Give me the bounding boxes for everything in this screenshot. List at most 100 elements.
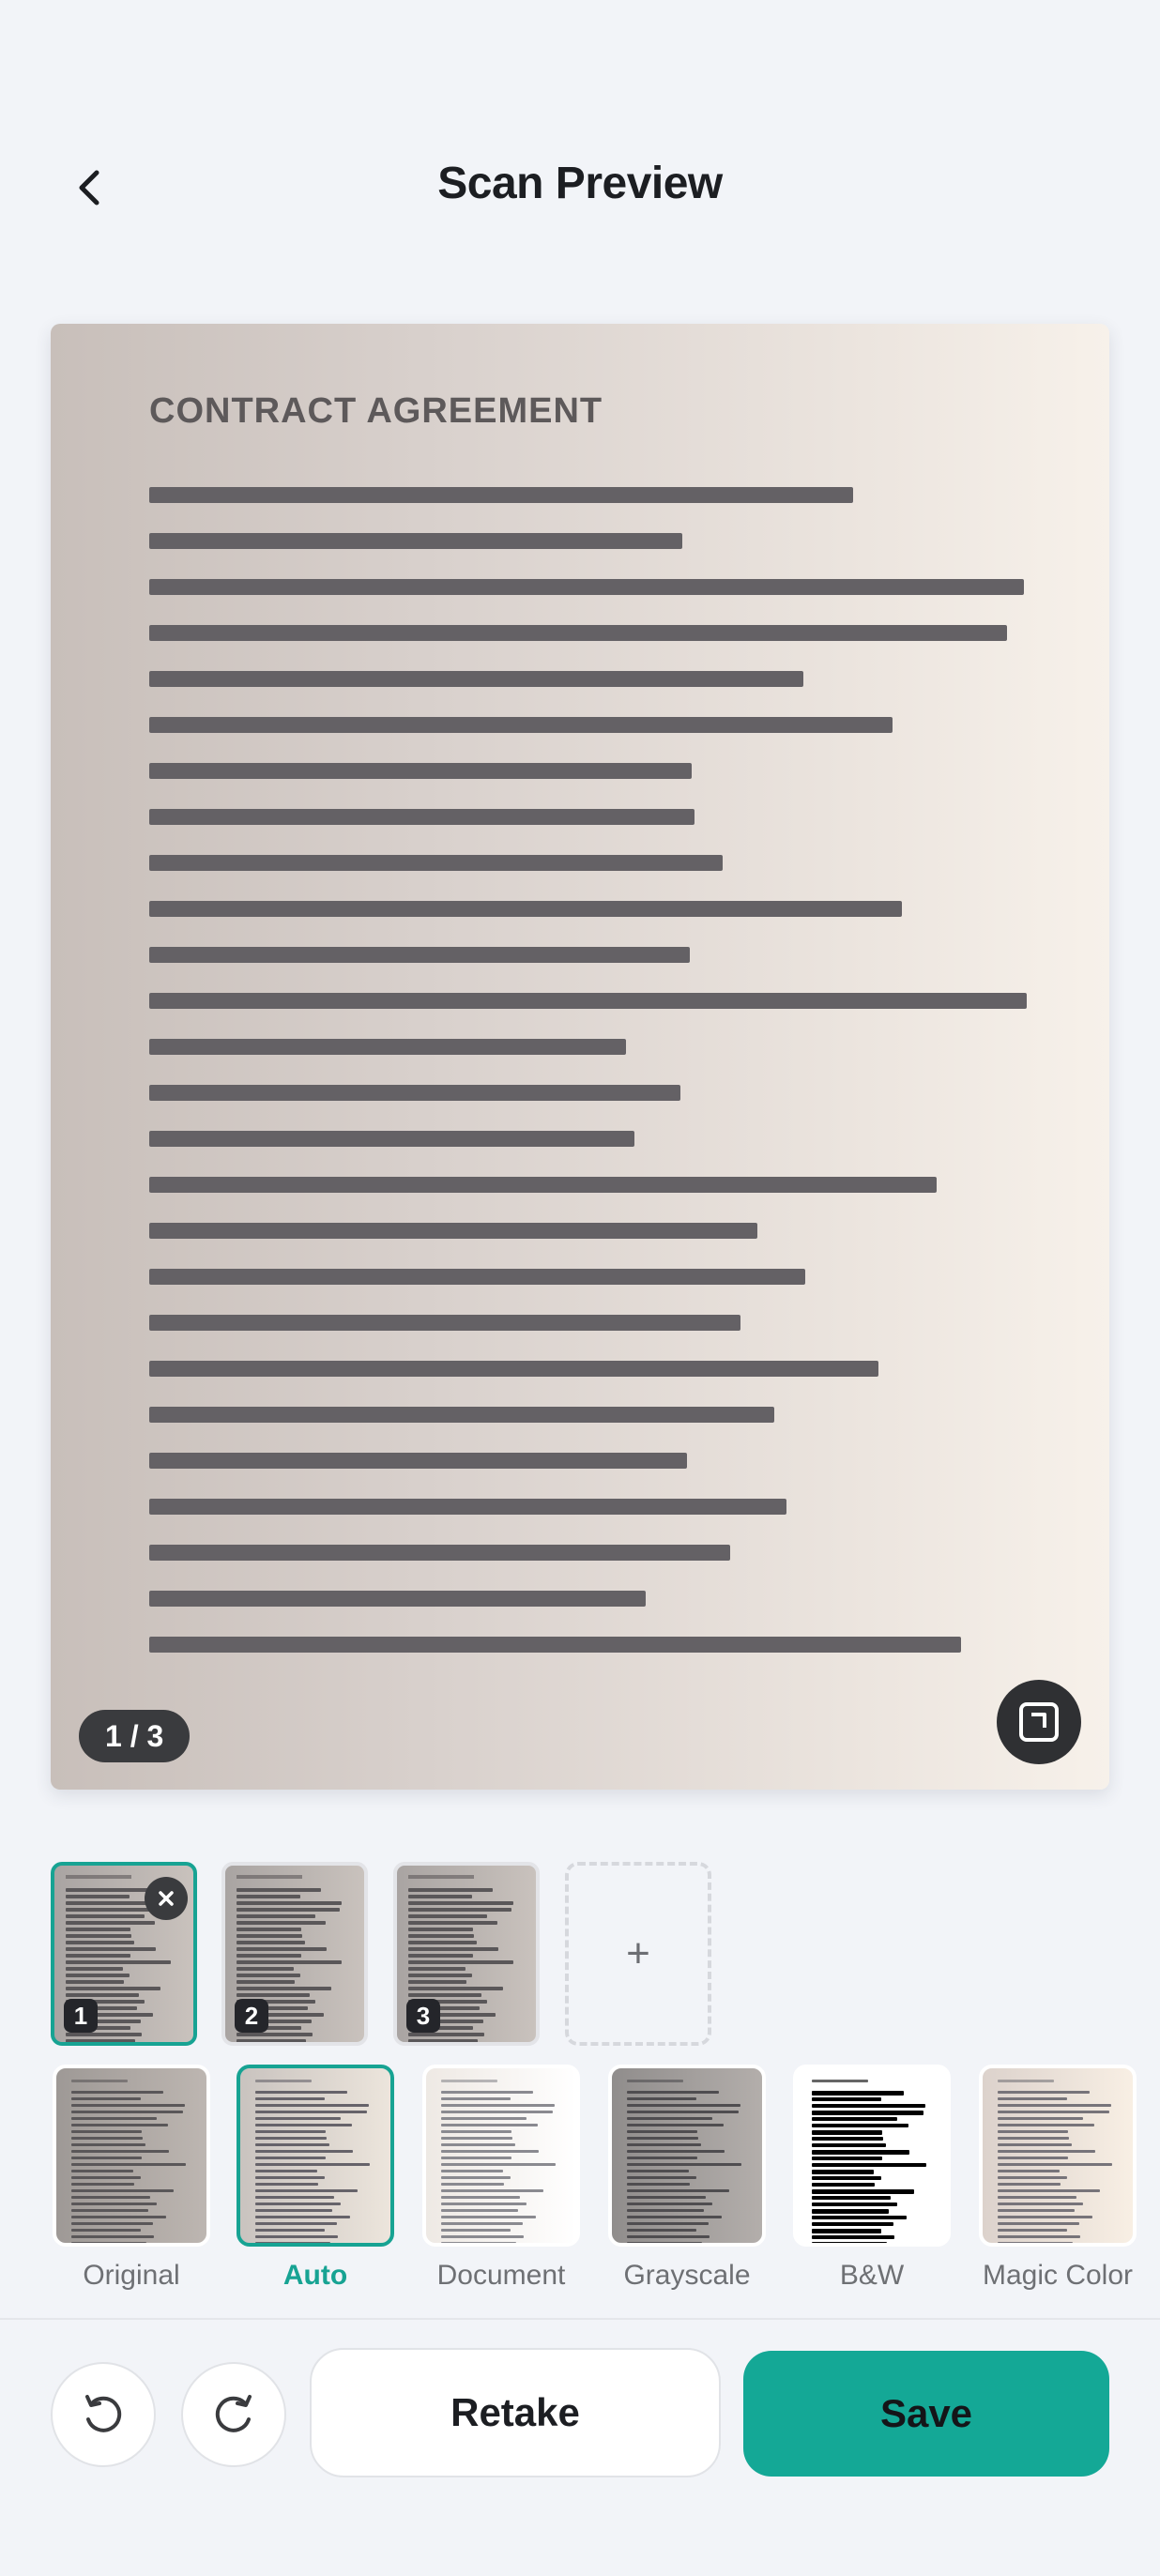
thumbnail-text-line	[408, 1914, 487, 1918]
filter-preview-line	[71, 2130, 142, 2133]
filter-preview-line	[255, 2157, 326, 2159]
filter-preview-line	[627, 2189, 729, 2192]
filter-preview-line	[441, 2117, 527, 2120]
filter-preview-line	[998, 2235, 1080, 2238]
crop-frame-icon	[1019, 1702, 1059, 1742]
filter-preview-line	[255, 2163, 370, 2166]
thumbnail-text-line	[408, 1934, 474, 1938]
page-thumbnail-2[interactable]: 2	[221, 1862, 368, 2046]
add-page-button[interactable]: +	[565, 1862, 711, 2046]
filter-preview-line	[812, 2157, 882, 2160]
filter-preview-line	[71, 2117, 157, 2120]
filter-preview-line	[998, 2111, 1109, 2113]
filter-preview-line	[71, 2183, 134, 2186]
filter-preview-line	[441, 2242, 516, 2243]
filter-magic-color[interactable]: Magic Color	[979, 2065, 1140, 2292]
text-line	[149, 763, 692, 779]
filter-auto[interactable]: Auto	[237, 2065, 398, 2292]
filter-preview-line	[812, 2209, 889, 2214]
filter-preview-line	[627, 2157, 697, 2159]
filter-preview-line	[441, 2203, 527, 2205]
filter-preview-line	[627, 2143, 701, 2146]
text-line	[149, 855, 723, 871]
filter-preview-line	[441, 2130, 511, 2133]
rotate-right-button[interactable]	[181, 2362, 286, 2467]
retake-button[interactable]: Retake	[310, 2348, 721, 2477]
filter-preview-title	[998, 2080, 1054, 2082]
filter-preview-line	[812, 2130, 882, 2135]
filter-preview-line	[812, 2143, 886, 2147]
filter-preview-line	[627, 2137, 698, 2140]
thumbnail-text-line	[66, 2033, 142, 2036]
thumbnail-text-line	[66, 1954, 130, 1958]
filter-preview-line	[71, 2209, 148, 2212]
filter-preview-line	[812, 2189, 914, 2194]
filter-label: Auto	[282, 2260, 348, 2291]
filter-preview-line	[812, 2183, 875, 2187]
filter-preview-line	[998, 2130, 1068, 2133]
page-title: Scan Preview	[437, 159, 723, 208]
filter-preview-line	[255, 2097, 325, 2100]
thumbnail-text-line	[237, 1941, 305, 1944]
filter-preview	[793, 2065, 951, 2247]
filter-preview-line	[998, 2203, 1083, 2205]
thumbnail-text-line	[237, 1960, 342, 1964]
filter-preview-line	[998, 2097, 1067, 2100]
filter-preview-line	[255, 2216, 350, 2218]
filter-preview-line	[998, 2091, 1090, 2094]
page-thumbnail-3[interactable]: 3	[393, 1862, 540, 2046]
save-button[interactable]: Save	[743, 2351, 1109, 2477]
filter-grayscale[interactable]: Grayscale	[608, 2065, 770, 2292]
thumbnail-text-line	[237, 1901, 342, 1905]
filter-preview-line	[71, 2150, 169, 2153]
filter-preview-line	[998, 2222, 1079, 2225]
filter-preview-line	[441, 2111, 553, 2113]
filter-preview-line	[71, 2137, 143, 2140]
thumbnail-text-line	[237, 1967, 294, 1971]
filter-preview-line	[441, 2209, 518, 2212]
thumbnail-text-line	[237, 1934, 302, 1938]
filter-preview-line	[627, 2242, 702, 2243]
filter-preview-line	[812, 2150, 909, 2155]
filter-preview-line	[441, 2196, 520, 2199]
filter-preview-line	[441, 2163, 556, 2166]
scan-preview[interactable]: CONTRACT AGREEMENT 1 / 3	[51, 324, 1109, 1790]
filter-preview-line	[441, 2150, 539, 2153]
filter-preview-line	[71, 2157, 142, 2159]
filter-preview-title	[441, 2080, 497, 2082]
filter-preview-line	[812, 2203, 897, 2206]
filter-preview-line	[255, 2111, 367, 2113]
thumbnail-text-line	[408, 1980, 466, 1984]
text-line	[149, 901, 902, 917]
filter-preview-line	[812, 2111, 923, 2115]
filter-preview-line	[255, 2170, 317, 2172]
text-line	[149, 1637, 961, 1653]
filter-preview-line	[627, 2124, 724, 2126]
filter-preview-line	[441, 2222, 523, 2225]
close-icon	[159, 1891, 174, 1906]
filter-preview-line	[255, 2124, 352, 2126]
filter-preview-line	[255, 2130, 326, 2133]
filter-preview-line	[71, 2203, 157, 2205]
filter-preview-line	[71, 2097, 141, 2100]
remove-page-button[interactable]	[145, 1877, 188, 1920]
filter-preview-line	[812, 2137, 883, 2141]
filter-preview-line	[441, 2235, 524, 2238]
rotate-left-button[interactable]	[51, 2362, 156, 2467]
filter-preview-line	[71, 2235, 154, 2238]
filter-original[interactable]: Original	[53, 2065, 214, 2292]
text-line	[149, 1361, 878, 1377]
page-thumbnail-1[interactable]: 1	[51, 1862, 197, 2046]
filter-preview-line	[998, 2216, 1092, 2218]
filter-document[interactable]: Document	[422, 2065, 584, 2292]
filter-preview-line	[71, 2216, 166, 2218]
filter-bw[interactable]: B&W	[793, 2065, 954, 2292]
crop-button[interactable]	[997, 1680, 1081, 1764]
thumbnail-title	[237, 1875, 302, 1879]
filter-preview-line	[71, 2242, 146, 2243]
text-line	[149, 1039, 626, 1055]
thumbnail-text-line	[408, 2039, 478, 2042]
thumbnail-text-line	[66, 1967, 123, 1971]
thumbnail-text-line	[66, 1974, 130, 1977]
filter-preview	[237, 2065, 394, 2247]
